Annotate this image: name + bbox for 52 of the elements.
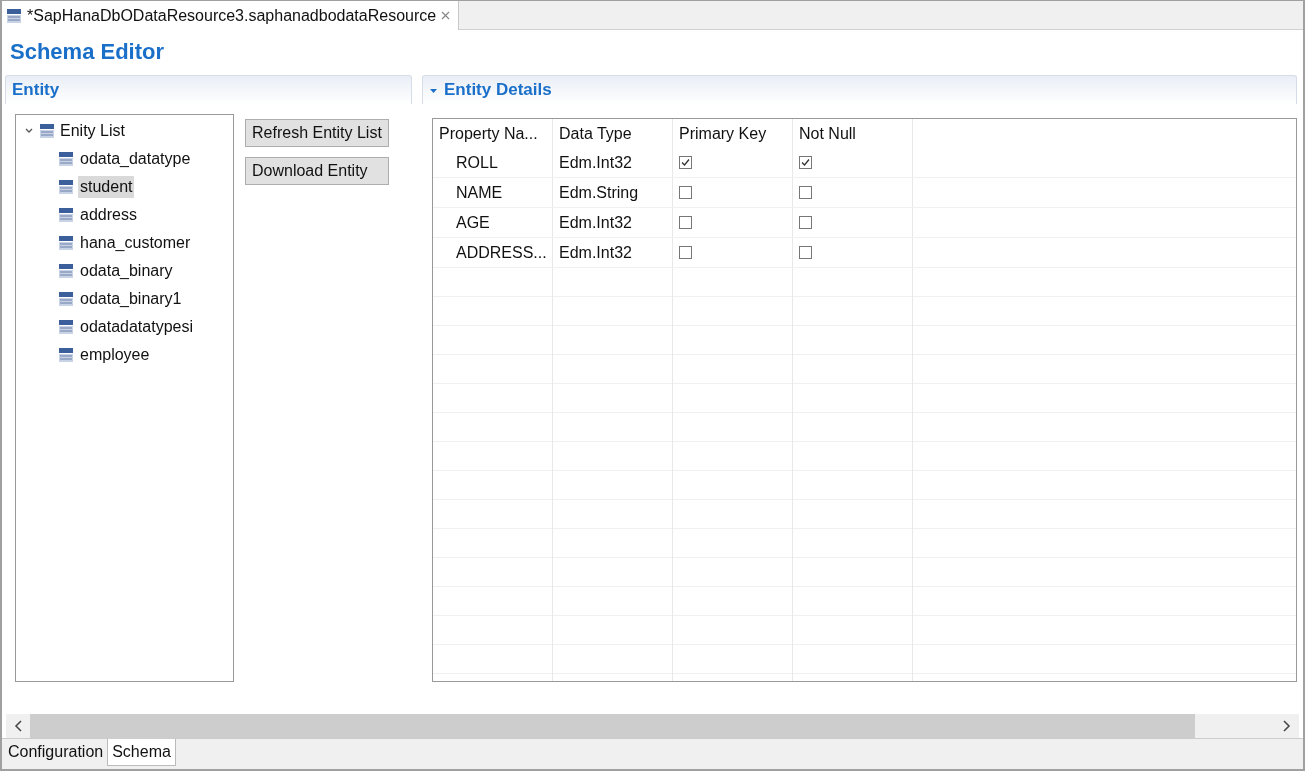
column-header[interactable]: Data Type [553,119,673,148]
table-cell: Edm.String [553,178,673,207]
horizontal-scrollbar[interactable] [6,714,1299,738]
tree-item[interactable]: employee [78,344,152,366]
column-header[interactable]: Property Na... [433,119,553,148]
table-cell: ROLL [433,148,553,177]
page-tab[interactable]: Configuration [4,739,108,765]
editor-tab[interactable]: *SapHanaDbODataResource3.saphanadbodataResource [2,1,460,30]
page-tab[interactable]: Schema [107,739,176,766]
checkbox[interactable] [679,216,692,229]
tree-item[interactable]: odata_datatype [78,148,193,170]
column-header[interactable]: Primary Key [673,119,793,148]
checkbox[interactable] [799,216,812,229]
database-table-icon [58,319,74,335]
checkbox[interactable] [799,156,812,169]
database-table-icon [58,179,74,195]
action-button[interactable]: Download Entity [245,157,389,185]
database-table-icon [58,263,74,279]
database-table-icon [58,235,74,251]
database-table-icon [58,347,74,363]
checkbox[interactable] [679,186,692,199]
checkbox[interactable] [799,246,812,259]
table-cell: ADDRESS... [433,238,553,267]
tree-item[interactable]: Enity List [24,117,233,145]
checkbox[interactable] [679,246,692,259]
action-button[interactable]: Refresh Entity List [245,119,389,147]
section-title: Entity [12,80,60,100]
tree-item[interactable]: hana_customer [78,232,193,254]
checkbox[interactable] [679,156,692,169]
column-header[interactable]: Not Null [793,119,913,148]
section-title: Entity Details [444,80,552,100]
database-table-icon [58,151,74,167]
chevron-right-icon[interactable] [1281,720,1291,732]
table-cell: Edm.Int32 [553,148,673,177]
database-table-icon [58,291,74,307]
tree-item[interactable]: address [78,204,139,226]
close-icon[interactable] [441,11,451,20]
database-table-icon [39,123,55,139]
tree-item[interactable]: odata_binary1 [78,288,184,310]
table-cell: Edm.Int32 [553,208,673,237]
checkbox[interactable] [799,186,812,199]
page-title: Schema Editor [9,38,166,66]
database-table-icon [6,7,22,24]
tree-item[interactable]: odatadatatypesi [78,316,195,338]
table-cell: Edm.Int32 [553,238,673,267]
editor-tab-title: *SapHanaDbODataResource3.saphanadbodataResource [27,6,437,25]
chevron-left-icon[interactable] [14,720,24,732]
tree-item[interactable]: odata_binary [78,260,175,282]
table-cell: NAME [433,178,553,207]
table-cell: AGE [433,208,553,237]
tree-item[interactable]: student [78,176,135,198]
database-table-icon [58,207,74,223]
